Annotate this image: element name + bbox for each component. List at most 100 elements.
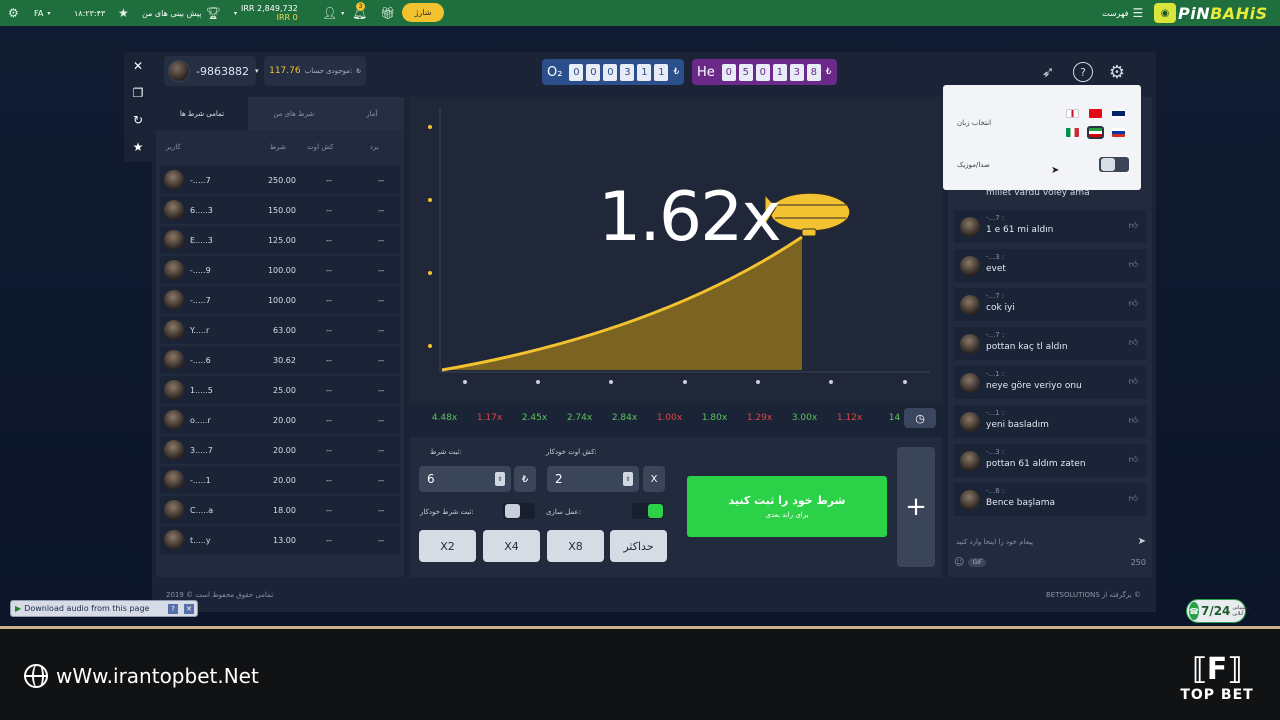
thumbs-up-icon[interactable]: 👍︎	[1129, 494, 1138, 504]
flag-russia-icon[interactable]	[1112, 128, 1125, 137]
trophy-icon: 🏆︎	[205, 6, 221, 20]
he-currency: ₺	[825, 67, 832, 77]
thumbs-up-icon[interactable]: 👍︎	[1129, 221, 1138, 231]
bet-win: --	[378, 205, 384, 215]
col-bet: شرط	[269, 143, 286, 151]
favorite-star-icon[interactable]: ★	[133, 137, 144, 157]
table-row: C.....a 18.00 -- --	[160, 496, 400, 524]
he-label: He	[697, 64, 715, 80]
bet-amount-input[interactable]: 6 ⇕	[419, 466, 511, 492]
thumbs-up-icon[interactable]: 👍︎	[1129, 455, 1138, 465]
x4-button[interactable]: X4	[483, 530, 540, 562]
download-audio-bar[interactable]: ▶ Download audio from this page ? ✕	[10, 600, 198, 617]
window-icon[interactable]: ❐	[133, 83, 144, 103]
pinbahis-logo[interactable]: ◉ PiNBAHiS	[1154, 2, 1268, 24]
close-icon[interactable]: ✕	[133, 56, 143, 76]
place-bet-label: شرط خود را ثبت کنید	[728, 494, 846, 507]
flag-turkey-icon[interactable]	[1089, 109, 1102, 118]
place-bet-button[interactable]: شرط خود را ثبت کنید برای راند بعدی	[687, 476, 887, 537]
thumbs-up-icon[interactable]: 👍︎	[1129, 338, 1138, 348]
add-bet-panel-button[interactable]: +	[897, 447, 935, 567]
logo-badge-icon: ◉	[1154, 3, 1176, 23]
bet-user: o.....r	[190, 415, 211, 425]
multiplier-x-button[interactable]: X	[643, 466, 665, 492]
flag-uk-icon[interactable]	[1112, 109, 1125, 118]
auto-cashout-value: 2	[555, 472, 563, 486]
bet-user: -.....6	[190, 355, 211, 365]
notifications-bell-icon[interactable]: 🔔︎ 3	[352, 0, 367, 26]
toggle-knob	[648, 504, 663, 518]
stepper-icon[interactable]: ⇕	[623, 472, 633, 486]
bet-amount: 125.00	[267, 235, 296, 245]
flag-georgia-icon[interactable]	[1066, 109, 1079, 118]
bet-user: 1.....5	[190, 385, 213, 395]
stepper-icon[interactable]: ⇕	[495, 472, 505, 486]
game-balance-label: موجودی حساب:	[304, 67, 353, 75]
thumbs-up-icon[interactable]: 👍︎	[1129, 377, 1138, 387]
chat-text: Bence başlama	[986, 498, 1055, 508]
my-predictions-link[interactable]: پیش بینی های من 🏆︎	[142, 0, 221, 26]
emoji-icon[interactable]: ☺	[954, 557, 964, 568]
avatar	[960, 217, 980, 237]
tab-stats[interactable]: آمار	[340, 97, 404, 130]
x2-button[interactable]: X2	[419, 530, 476, 562]
language-selector[interactable]: FA ▾	[34, 0, 50, 26]
bet-win: --	[378, 475, 384, 485]
user-dropdown[interactable]: -9863882 ▾	[164, 56, 258, 86]
download-audio-label: Download audio from this page	[24, 604, 150, 613]
settings-gear-icon[interactable]: ⚙	[8, 0, 19, 26]
auto-cashout-input[interactable]: 2 ⇕	[547, 466, 639, 492]
support-widget[interactable]: ☎ 7/24 پشتیبانی آنلاین	[1186, 599, 1250, 623]
flag-italy-icon[interactable]	[1066, 128, 1079, 137]
auto-cashout-toggle-label: عمل سازی:	[546, 508, 581, 516]
rocket-icon[interactable]: ➶	[1038, 62, 1058, 82]
help-icon[interactable]: ?	[1073, 62, 1093, 82]
history-multiplier: 3.00x	[791, 413, 818, 423]
auto-cashout-label: کش اوت خودکار:	[546, 448, 597, 456]
auto-bet-toggle[interactable]	[503, 503, 535, 519]
y-axis-dot	[428, 125, 432, 129]
chat-input[interactable]: پیغام خود را اینجا وارد کنید	[954, 538, 1033, 546]
flag-iran-icon[interactable]	[1087, 126, 1104, 139]
history-clock-icon[interactable]: ◷	[904, 408, 936, 428]
refresh-icon[interactable]: ↻	[133, 110, 143, 130]
tab-all-bets[interactable]: تمامی شرط ها	[156, 97, 248, 130]
deposit-button[interactable]: شارژ	[402, 3, 444, 22]
bet-amount: 18.00	[273, 505, 296, 515]
send-icon[interactable]: ➤	[1138, 536, 1146, 547]
bet-amount: 25.00	[273, 385, 296, 395]
bet-win: --	[378, 265, 384, 275]
star-icon[interactable]: ★	[118, 0, 129, 26]
support-label: پشتیبانی آنلاین	[1232, 605, 1250, 617]
gift-icon[interactable]: 🎁︎	[380, 0, 395, 26]
currency-toggle-button[interactable]: ₺	[514, 466, 536, 492]
he-digit: 3	[789, 63, 804, 81]
menu-button[interactable]: فهرست ☰	[1102, 0, 1143, 26]
thumbs-up-icon[interactable]: 👍︎	[1129, 416, 1138, 426]
bet-user: Y.....r	[190, 325, 210, 335]
avatar	[164, 230, 184, 250]
balance-display[interactable]: ▾ IRR 2,849,732 IRR 0	[234, 0, 298, 26]
help-icon[interactable]: ?	[168, 603, 178, 614]
bet-amount: 100.00	[267, 295, 296, 305]
bet-cashout: --	[326, 385, 332, 395]
gif-button[interactable]: GIF	[968, 558, 987, 567]
sound-label: صدا/موزیک	[957, 161, 990, 169]
bet-cashout: --	[326, 535, 332, 545]
chat-message: -...7 : 1 e 61 mi aldın 👍︎	[954, 210, 1146, 243]
he-digit: 0	[755, 63, 770, 81]
settings-gear-icon[interactable]: ⚙	[1107, 62, 1127, 83]
sound-toggle[interactable]	[1099, 157, 1129, 172]
thumbs-up-icon[interactable]: 👍︎	[1129, 260, 1138, 270]
history-multiplier: 2.84x	[611, 413, 638, 423]
chat-message: -...7 : cok iyi 👍︎	[954, 288, 1146, 321]
account-icon[interactable]: 👤︎ ▾	[322, 0, 344, 26]
thumbs-up-icon[interactable]: 👍︎	[1129, 299, 1138, 309]
close-icon[interactable]: ✕	[184, 603, 194, 614]
tab-my-bets[interactable]: شرط های من	[248, 97, 340, 130]
auto-cashout-toggle[interactable]	[632, 503, 664, 519]
bet-win: --	[378, 535, 384, 545]
chat-user: -...6 :	[986, 487, 1005, 495]
x8-button[interactable]: X8	[547, 530, 604, 562]
max-button[interactable]: حداکثر	[610, 530, 667, 562]
